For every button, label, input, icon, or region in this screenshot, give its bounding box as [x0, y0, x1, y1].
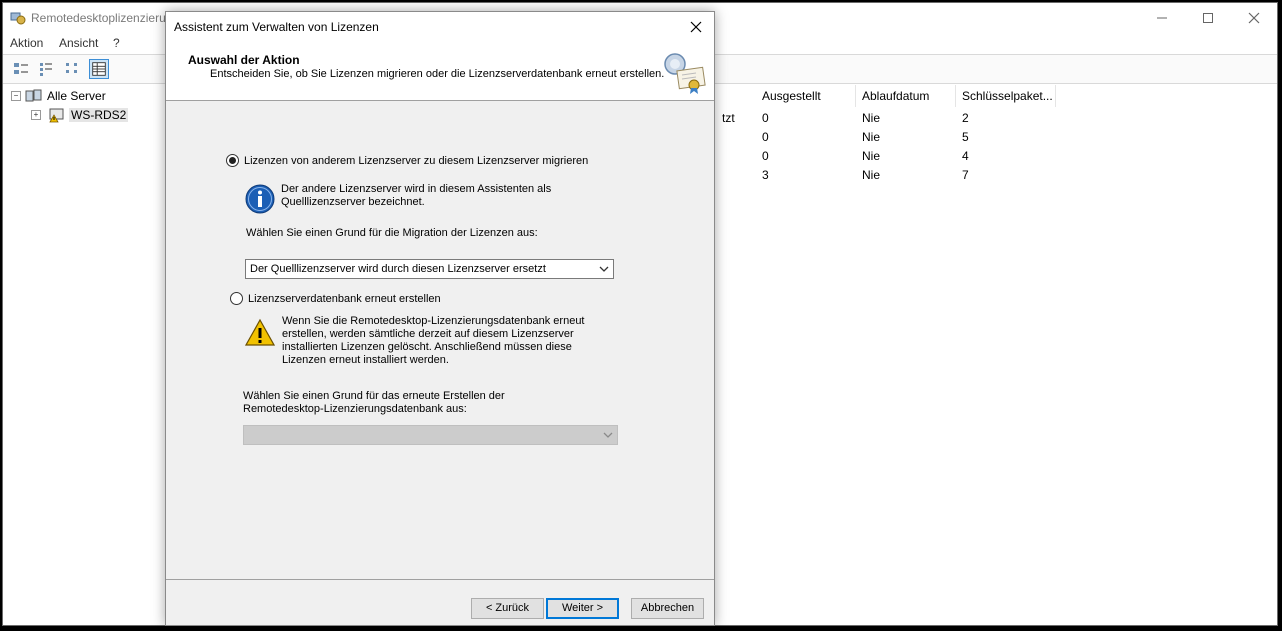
collapse-icon[interactable]: − [11, 91, 21, 101]
chevron-down-icon [599, 266, 609, 272]
cell-partial: tzt [722, 111, 735, 125]
cell-partial [716, 166, 756, 185]
radio-rebuild-indicator[interactable] [230, 292, 243, 305]
cancel-button[interactable]: Abbrechen [631, 598, 704, 619]
table-row[interactable]: tzt 0 Nie 2 [716, 109, 1056, 128]
tree-item-alle-server[interactable]: − Alle Server [11, 88, 106, 104]
wizard-step-subtitle: Entscheiden Sie, ob Sie Lizenzen migrier… [210, 68, 665, 80]
migrate-info-text: Der andere Lizenzserver wird in diesem A… [281, 183, 552, 208]
menu-ansicht[interactable]: Ansicht [59, 36, 98, 50]
license-list-header: Ausgestellt Ablaufdatum Schlüsselpaket..… [716, 85, 1056, 107]
minimize-icon [1157, 17, 1167, 19]
cell-ausgestellt: 3 [762, 168, 769, 182]
menu-aktion[interactable]: Aktion [10, 36, 43, 50]
cell-ausgestellt: 0 [762, 130, 769, 144]
cell-schluesselpaket: 5 [962, 130, 969, 144]
column-header-partial[interactable] [716, 85, 756, 107]
wizard-header: Auswahl der Aktion Entscheiden Sie, ob S… [166, 42, 714, 101]
migration-reason-label: Wählen Sie einen Grund für die Migration… [246, 227, 538, 239]
tree-label-alle-server: Alle Server [47, 89, 106, 103]
cell-schluesselpaket: 7 [962, 168, 969, 182]
rebuild-warning-text: Wenn Sie die Remotedesktop-Lizenzierungs… [282, 315, 585, 366]
dialog-title: Assistent zum Verwalten von Lizenzen [174, 20, 379, 34]
warning-icon [245, 318, 275, 346]
maximize-button[interactable] [1185, 3, 1231, 33]
view-small-icons-button[interactable] [37, 59, 57, 79]
cell-ausgestellt: 0 [762, 149, 769, 163]
expand-icon[interactable]: + [31, 110, 41, 120]
wizard-footer: < Zurück Weiter > Abbrechen [166, 579, 714, 625]
close-icon [1248, 12, 1260, 24]
rebuild-reason-label-line1: Wählen Sie einen Grund für das erneute E… [243, 390, 505, 402]
tree-item-ws-rds2[interactable]: + WS-RDS2 [31, 107, 129, 123]
license-manager-app-icon [10, 12, 26, 25]
table-row[interactable]: 3 Nie 7 [716, 166, 1056, 185]
dialog-close-button[interactable] [678, 12, 714, 42]
cell-ablaufdatum: Nie [862, 111, 881, 125]
cell-ablaufdatum: Nie [862, 168, 881, 182]
info-icon [245, 184, 275, 214]
menu-help[interactable]: ? [113, 36, 120, 50]
view-large-icons-button[interactable] [11, 59, 31, 79]
view-details-button[interactable] [89, 59, 109, 79]
next-button[interactable]: Weiter > [546, 598, 619, 619]
cell-ausgestellt: 0 [762, 111, 769, 125]
radio-migrate-label: Lizenzen von anderem Lizenzserver zu die… [244, 154, 589, 167]
table-row[interactable]: 0 Nie 4 [716, 147, 1056, 166]
cell-partial [716, 147, 756, 166]
radio-rebuild-label: Lizenzserverdatenbank erneut erstellen [248, 292, 441, 305]
radio-migrate-indicator[interactable] [226, 154, 239, 167]
license-wizard-dialog: Assistent zum Verwalten von Lizenzen Aus… [165, 11, 715, 626]
close-main-button[interactable] [1231, 3, 1277, 33]
radio-migrate-licenses[interactable]: Lizenzen von anderem Lizenzserver zu die… [226, 154, 588, 167]
wizard-step-title: Auswahl der Aktion [188, 53, 300, 67]
server-tree: − Alle Server + WS-RDS2 [3, 85, 173, 625]
cell-schluesselpaket: 4 [962, 149, 969, 163]
tree-label-ws-rds2: WS-RDS2 [69, 108, 129, 122]
column-header-ablaufdatum[interactable]: Ablaufdatum [856, 85, 956, 107]
rebuild-reason-label-line2: Remotedesktop-Lizenzierungsdatenbank aus… [243, 403, 467, 415]
close-icon [690, 21, 702, 33]
table-row[interactable]: 0 Nie 5 [716, 128, 1056, 147]
view-list-button[interactable] [63, 59, 83, 79]
maximize-icon [1203, 13, 1213, 23]
server-warning-icon [49, 108, 64, 122]
back-button[interactable]: < Zurück [471, 598, 544, 619]
cell-ablaufdatum: Nie [862, 130, 881, 144]
migration-reason-select[interactable]: Der Quelllizenzserver wird durch diesen … [245, 259, 614, 279]
cell-ablaufdatum: Nie [862, 149, 881, 163]
cell-partial [716, 128, 756, 147]
radio-rebuild-database[interactable]: Lizenzserverdatenbank erneut erstellen [230, 292, 441, 305]
license-certificate-icon [664, 53, 706, 94]
chevron-down-icon [603, 432, 613, 438]
cell-schluesselpaket: 2 [962, 111, 969, 125]
rebuild-reason-select [243, 425, 618, 445]
migration-reason-value: Der Quelllizenzserver wird durch diesen … [250, 263, 546, 275]
minimize-button[interactable] [1139, 3, 1185, 33]
dialog-titlebar[interactable]: Assistent zum Verwalten von Lizenzen [166, 12, 714, 42]
column-header-schluesselpaket[interactable]: Schlüsselpaket... [956, 85, 1056, 107]
server-group-icon [25, 89, 42, 102]
column-header-ausgestellt[interactable]: Ausgestellt [756, 85, 856, 107]
